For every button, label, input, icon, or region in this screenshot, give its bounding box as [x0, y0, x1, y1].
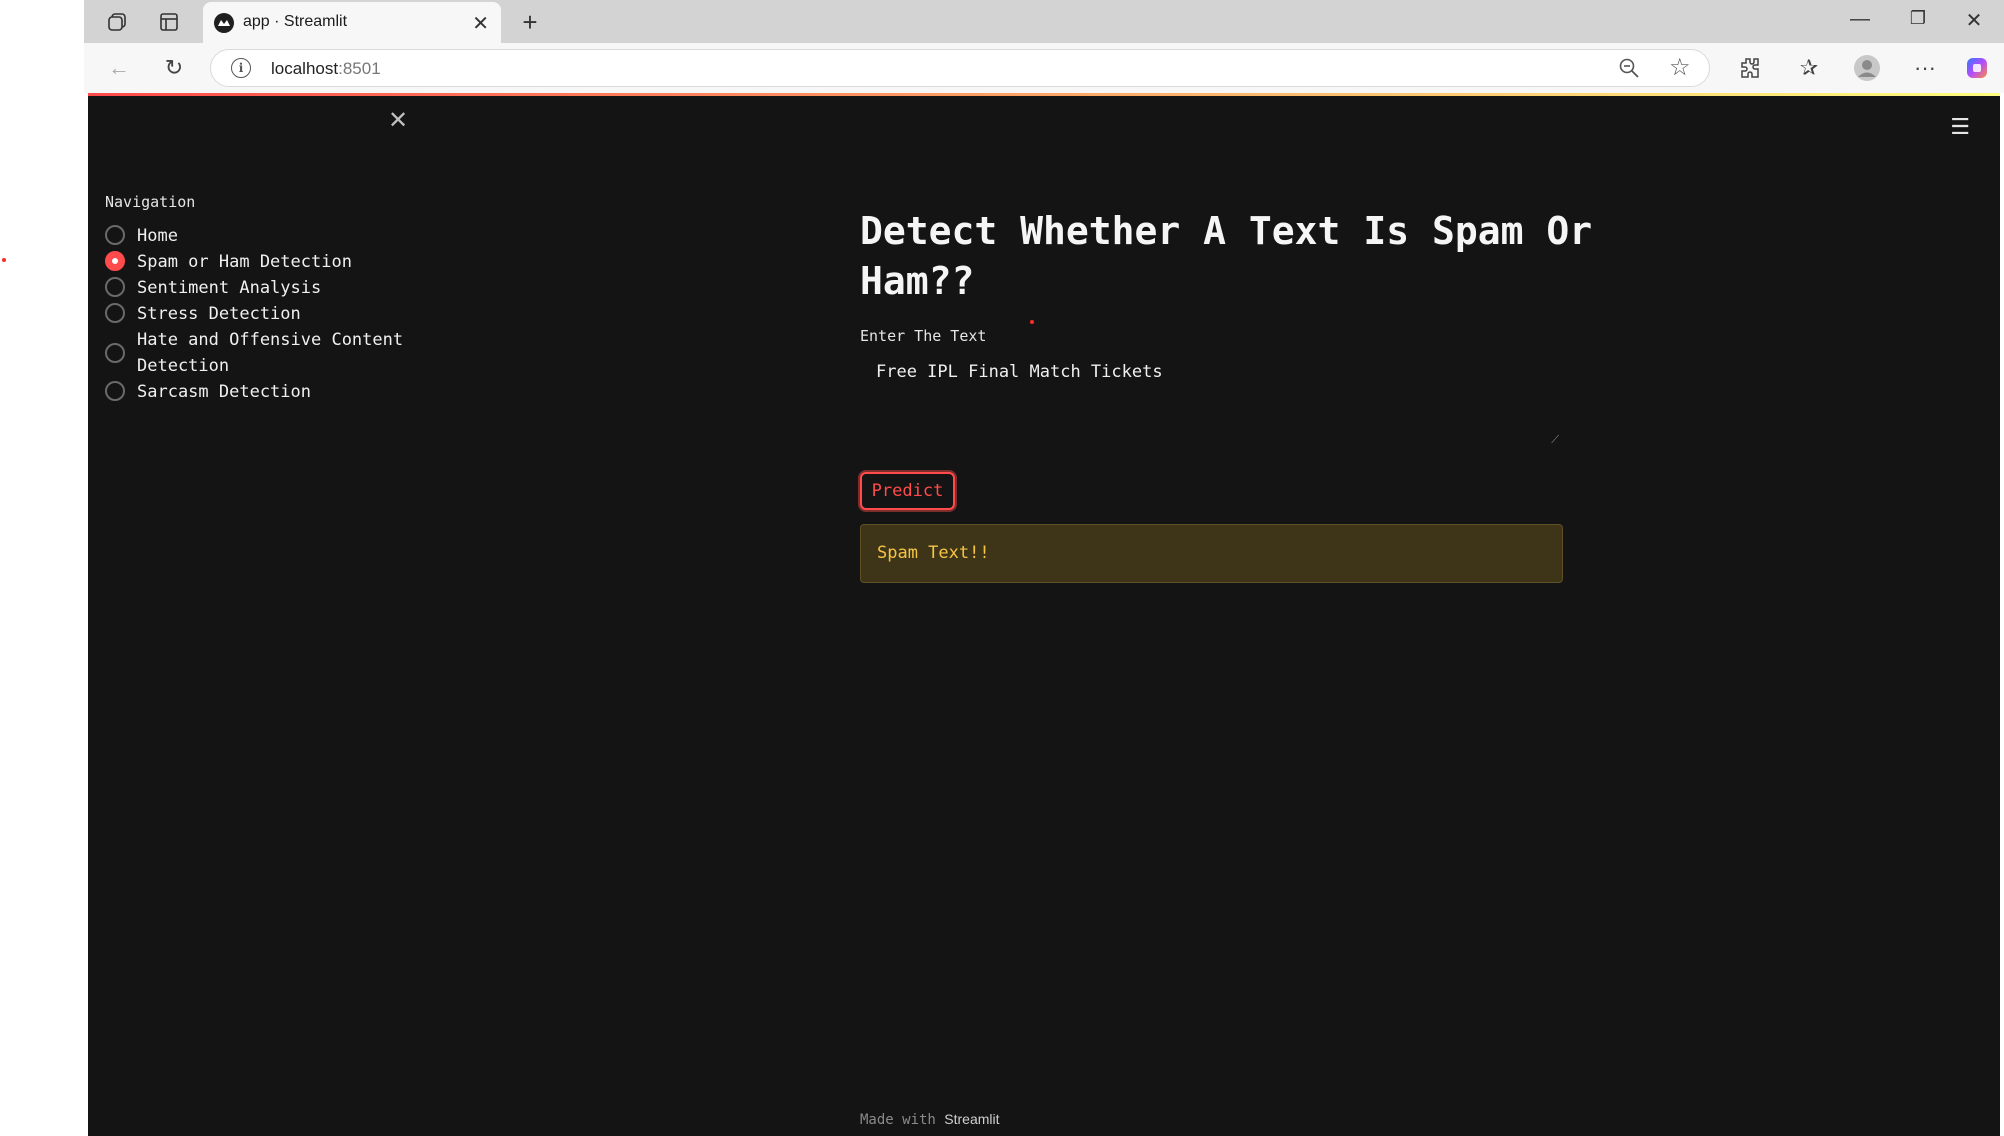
minimize-icon[interactable]: — [1840, 8, 1880, 31]
nav-radio-label: Hate and Offensive Content Detection [137, 330, 404, 376]
more-options-icon[interactable]: ··· [1910, 53, 1940, 83]
streamlit-logo-icon [214, 13, 234, 33]
browser-tab-active[interactable]: app · Streamlit ✕ [203, 2, 501, 43]
address-text: localhost:8501 [271, 59, 381, 78]
tab-close-icon[interactable]: ✕ [472, 11, 489, 36]
nav-radio-label: Sarcasm Detection [137, 382, 311, 402]
vertical-tabs-icon[interactable] [156, 10, 182, 34]
hamburger-menu-icon[interactable]: ☰ [1950, 114, 1970, 140]
refresh-icon[interactable]: ↻ [159, 53, 189, 83]
workspaces-icon[interactable] [104, 10, 130, 34]
site-info-icon[interactable]: i [231, 58, 251, 78]
sidebar-close-icon[interactable]: ✕ [388, 106, 408, 135]
nav-radio-sarcasm[interactable]: Sarcasm Detection [105, 379, 417, 405]
predict-button[interactable]: Predict [860, 472, 955, 510]
result-alert: Spam Text!! [860, 524, 1563, 583]
radio-icon[interactable] [105, 225, 125, 245]
radio-icon[interactable] [105, 381, 125, 401]
footer-streamlit-link[interactable]: Streamlit [944, 1111, 999, 1127]
nav-radio-sentiment[interactable]: Sentiment Analysis [105, 275, 417, 301]
copilot-icon[interactable] [1962, 53, 1992, 83]
profile-avatar-icon[interactable] [1852, 53, 1882, 83]
nav-radio-label: Home [137, 226, 178, 246]
footer-prefix: Made with [860, 1112, 936, 1128]
radio-icon[interactable] [105, 303, 125, 323]
nav-radio-label: Sentiment Analysis [137, 278, 322, 298]
text-input-label: Enter The Text [860, 327, 987, 345]
nav-title: Navigation [105, 193, 196, 211]
nav-radio-label: Stress Detection [137, 304, 301, 324]
text-input-value[interactable]: Free IPL Final Match Tickets [876, 362, 1163, 382]
radio-icon[interactable] [105, 343, 125, 363]
zoom-icon[interactable] [1618, 57, 1640, 84]
address-bar[interactable]: i localhost:8501 ☆ [210, 49, 1710, 87]
tab-title: app · Streamlit [243, 13, 348, 30]
restore-icon[interactable]: ❐ [1898, 8, 1938, 29]
window-close-icon[interactable]: ✕ [1954, 8, 1994, 33]
page-title: Detect Whether A Text Is Spam Or Ham?? [860, 209, 1593, 303]
nav-radio-home[interactable]: Home [105, 223, 417, 249]
nav-radio-label: Spam or Ham Detection [137, 252, 352, 272]
streamlit-app: ✕ Navigation Home Spam or Ham Detection … [88, 93, 2000, 1136]
radio-selected-icon[interactable] [105, 251, 125, 271]
new-tab-icon[interactable]: + [516, 7, 544, 37]
sidebar: ✕ Navigation Home Spam or Ham Detection … [88, 96, 518, 1136]
back-icon[interactable]: ← [104, 53, 134, 83]
favorites-icon[interactable]: ✰ [1794, 53, 1824, 83]
nav-radio-spam-ham[interactable]: Spam or Ham Detection [105, 249, 417, 275]
favorite-star-icon[interactable]: ☆ [1669, 53, 1691, 82]
radio-icon[interactable] [105, 277, 125, 297]
nav-radio-hate-offensive[interactable]: Hate and Offensive Content Detection [105, 327, 417, 379]
text-input-area[interactable]: Free IPL Final Match Tickets ⟋ [860, 354, 1563, 449]
footer: Made with Streamlit [860, 1111, 1000, 1128]
result-text: Spam Text!! [877, 543, 990, 563]
cursor-marker [1030, 320, 1034, 324]
cursor-marker [2, 258, 6, 262]
nav-radio-stress[interactable]: Stress Detection [105, 301, 417, 327]
resize-handle-icon[interactable]: ⟋ [1551, 434, 1559, 447]
extensions-icon[interactable] [1734, 53, 1764, 83]
